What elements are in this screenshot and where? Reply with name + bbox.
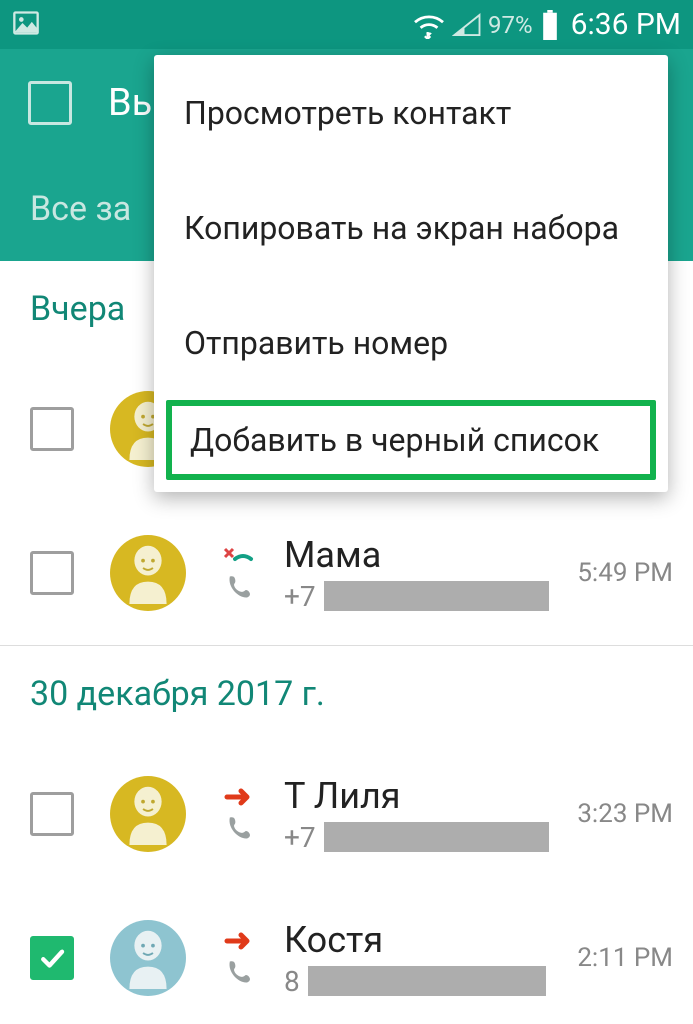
clock: 6:36 PM: [571, 7, 681, 42]
call-type-icons: [216, 545, 260, 601]
call-time: 5:49 PM: [563, 558, 673, 588]
phone-prefix: 8: [284, 965, 300, 998]
row-checkbox[interactable]: [30, 407, 74, 451]
avatar: [110, 776, 186, 852]
contact-name: Костя: [284, 919, 563, 961]
menu-add-blacklist[interactable]: Добавить в черный список: [166, 400, 656, 480]
menu-send-number[interactable]: Отправить номер: [154, 285, 668, 400]
phone-icon: [224, 814, 252, 842]
redacted-number: [324, 822, 549, 852]
section-label: 30 декабря 2017 г.: [30, 674, 325, 714]
missed-call-icon: [221, 545, 255, 567]
outgoing-call-icon: [221, 786, 255, 808]
call-row[interactable]: Т Лиля +7 3:23 PM: [0, 742, 693, 886]
contact-name: Мама: [284, 534, 563, 576]
row-checkbox[interactable]: [30, 792, 74, 836]
outgoing-call-icon: [221, 930, 255, 952]
phone-icon: [224, 573, 252, 601]
battery-percentage: 97%: [488, 11, 533, 39]
call-time: 3:23 PM: [563, 799, 673, 829]
redacted-extra: [335, 669, 445, 719]
redacted-number: [324, 581, 549, 611]
call-type-icons: [216, 930, 260, 986]
status-bar: 97% 6:36 PM: [0, 0, 693, 49]
checkmark-icon: [37, 943, 67, 973]
signal-icon: [452, 11, 482, 39]
phone-icon: [224, 958, 252, 986]
phone-prefix: +7: [284, 580, 316, 613]
redacted-number: [308, 966, 546, 996]
call-info: Костя 8: [284, 919, 563, 998]
select-all-checkbox[interactable]: [28, 81, 72, 125]
phone-prefix: +7: [284, 821, 316, 854]
avatar: [110, 535, 186, 611]
picture-icon: [12, 9, 40, 37]
call-info: Мама +7: [284, 534, 563, 613]
menu-view-contact[interactable]: Просмотреть контакт: [154, 55, 668, 170]
context-menu: Просмотреть контакт Копировать на экран …: [154, 55, 668, 492]
contact-name: Т Лиля: [284, 775, 563, 817]
call-time: 2:11 PM: [563, 943, 673, 973]
battery-icon: [541, 10, 559, 40]
avatar: [110, 920, 186, 996]
menu-copy-dial[interactable]: Копировать на экран набора: [154, 170, 668, 285]
call-row[interactable]: Костя 8 2:11 PM: [0, 886, 693, 1024]
section-header-date: 30 декабря 2017 г.: [0, 646, 693, 742]
wifi-icon: [412, 11, 446, 39]
call-type-icons: [216, 786, 260, 842]
section-label: Вчера: [30, 289, 125, 329]
call-info: Т Лиля +7: [284, 775, 563, 854]
tab-all-records[interactable]: Все за: [20, 189, 141, 229]
call-row[interactable]: Мама +7 5:49 PM: [0, 501, 693, 645]
row-checkbox[interactable]: [30, 936, 74, 980]
row-checkbox[interactable]: [30, 551, 74, 595]
